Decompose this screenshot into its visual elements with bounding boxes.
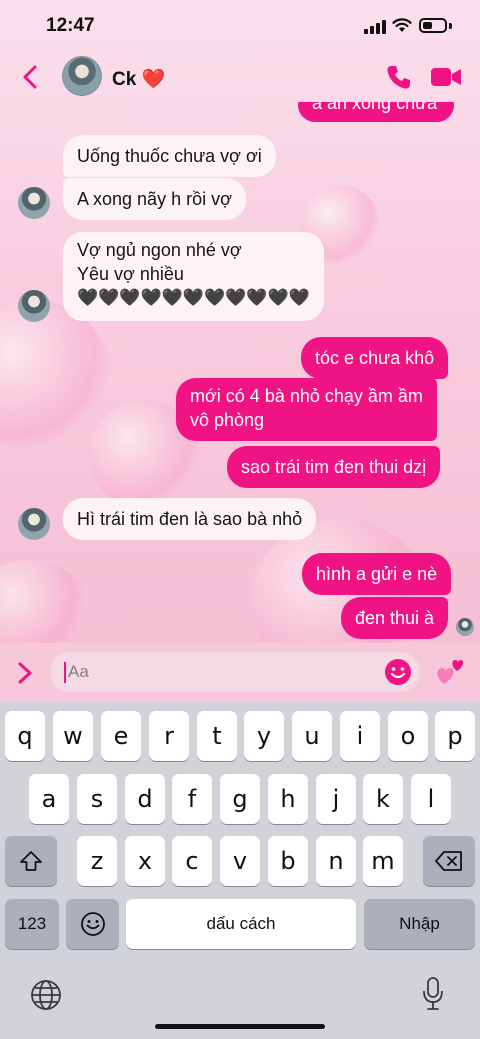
status-bar: 12:47 (0, 0, 480, 52)
contact-avatar[interactable] (62, 56, 102, 96)
message-composer: Aa (0, 643, 480, 702)
message-bubble-outgoing[interactable]: đen thui à (341, 597, 449, 639)
black-hearts-text: 🖤🖤🖤🖤🖤🖤🖤🖤🖤🖤🖤 (77, 288, 310, 307)
cellular-signal-icon (364, 20, 386, 34)
key-d[interactable]: d (125, 774, 165, 824)
smiley-icon[interactable] (384, 658, 412, 686)
video-camera-icon[interactable] (430, 66, 462, 88)
phone-icon[interactable] (386, 64, 412, 90)
key-h[interactable]: h (268, 774, 308, 824)
sender-avatar[interactable] (18, 508, 50, 540)
return-key[interactable]: Nhập (364, 899, 475, 949)
key-j[interactable]: j (316, 774, 356, 824)
message-text: vô phòng (190, 410, 265, 430)
message-text: Uống thuốc chưa vợ ơi (77, 146, 262, 166)
key-i[interactable]: i (340, 711, 380, 761)
message-text: Yêu vợ nhiều (77, 264, 184, 284)
globe-icon[interactable] (30, 979, 62, 1011)
text-cursor (64, 662, 66, 683)
key-m[interactable]: m (363, 836, 403, 886)
key-p[interactable]: p (435, 711, 475, 761)
status-time: 12:47 (46, 15, 95, 36)
chevron-right-icon[interactable] (16, 661, 34, 685)
message-bubble-incoming[interactable]: Vợ ngủ ngon nhé vợ Yêu vợ nhiều 🖤🖤🖤🖤🖤🖤🖤🖤… (63, 232, 324, 321)
key-u[interactable]: u (292, 711, 332, 761)
key-w[interactable]: w (53, 711, 93, 761)
message-text: Vợ ngủ ngon nhé vợ (77, 240, 242, 260)
shift-arrow-icon (20, 851, 42, 871)
message-text: hình a gửi e nè (316, 564, 438, 584)
contact-name[interactable]: Ck ❤️ (112, 67, 165, 91)
numbers-key[interactable]: 123 (5, 899, 59, 949)
key-l[interactable]: l (411, 774, 451, 824)
emoji-key[interactable] (66, 899, 119, 949)
space-key[interactable]: dấu cách (126, 899, 356, 949)
key-y[interactable]: y (244, 711, 284, 761)
backspace-icon (435, 851, 462, 871)
key-r[interactable]: r (149, 711, 189, 761)
seen-receipt-avatar (456, 618, 474, 636)
message-bubble-outgoing[interactable]: mới có 4 bà nhỏ chạy ầm ầm vô phòng (176, 378, 437, 441)
key-a[interactable]: a (29, 774, 69, 824)
shift-key[interactable] (5, 836, 57, 886)
message-bubble-incoming[interactable]: A xong nãy h rồi vợ (63, 178, 246, 220)
key-z[interactable]: z (77, 836, 117, 886)
battery-cap (449, 23, 452, 29)
message-bubble-outgoing[interactable]: tóc e chưa khô (301, 337, 449, 379)
two-hearts-icon[interactable] (436, 657, 466, 687)
key-g[interactable]: g (220, 774, 260, 824)
key-e[interactable]: e (101, 711, 141, 761)
microphone-icon[interactable] (422, 976, 444, 1012)
key-o[interactable]: o (388, 711, 428, 761)
wifi-icon (392, 18, 412, 32)
message-bubble-incoming[interactable]: Hì trái tim đen là sao bà nhỏ (63, 498, 317, 540)
heart-decoration (0, 560, 90, 643)
on-screen-keyboard: q w e r t y u i o p a s d f g h j k l z … (0, 702, 480, 1039)
emoji-icon (80, 912, 105, 936)
heart-decoration (0, 300, 110, 450)
key-s[interactable]: s (77, 774, 117, 824)
delete-key[interactable] (423, 836, 475, 886)
message-text: tóc e chưa khô (315, 348, 435, 368)
key-f[interactable]: f (172, 774, 212, 824)
message-text: sao trái tim đen thui dzị (241, 457, 427, 477)
message-bubble-outgoing[interactable]: sao trái tim đen thui dzị (227, 446, 441, 488)
message-text: mới có 4 bà nhỏ chạy ầm ầm (190, 386, 423, 406)
key-t[interactable]: t (197, 711, 237, 761)
key-k[interactable]: k (363, 774, 403, 824)
sender-avatar[interactable] (18, 290, 50, 322)
key-v[interactable]: v (220, 836, 260, 886)
message-bubble-outgoing[interactable]: hình a gửi e nè (302, 553, 452, 595)
key-n[interactable]: n (316, 836, 356, 886)
key-b[interactable]: b (268, 836, 308, 886)
message-text: A xong nãy h rồi vợ (77, 189, 232, 209)
chat-header: Ck ❤️ (0, 52, 480, 104)
battery-icon (419, 18, 447, 33)
back-icon[interactable] (18, 62, 44, 92)
key-x[interactable]: x (125, 836, 165, 886)
key-c[interactable]: c (172, 836, 212, 886)
message-input-placeholder: Aa (68, 662, 89, 681)
sender-avatar[interactable] (18, 187, 50, 219)
home-indicator[interactable] (155, 1024, 325, 1029)
message-input[interactable]: Aa (50, 652, 420, 692)
message-text: Hì trái tim đen là sao bà nhỏ (77, 509, 303, 529)
message-bubble-incoming[interactable]: Uống thuốc chưa vợ ơi (63, 135, 276, 177)
key-q[interactable]: q (5, 711, 45, 761)
message-text: đen thui à (355, 608, 435, 628)
